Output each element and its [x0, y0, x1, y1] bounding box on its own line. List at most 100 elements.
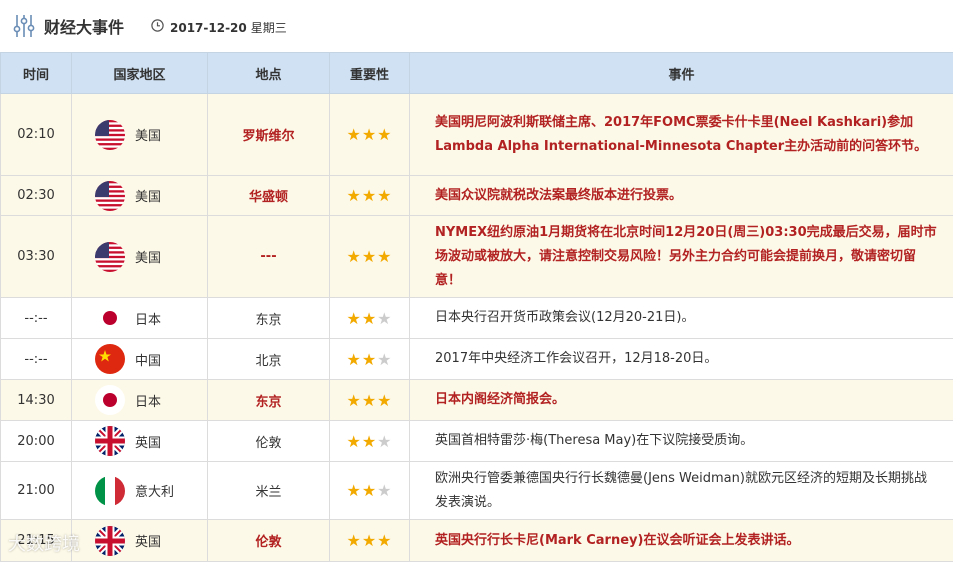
star-rating: ★★★ [346, 186, 392, 205]
star-icon: ★ [346, 391, 361, 410]
place-cell: 东京 [208, 380, 330, 421]
event-cell: 日本内阁经济简报会。 [410, 380, 953, 421]
star-rating: ★★★ [346, 247, 392, 266]
star-icon: ★ [346, 186, 361, 205]
event-cell: 欧洲央行管委兼德国央行行长魏德曼(Jens Weidman)就欧元区经济的短期及… [410, 462, 953, 520]
star-icon: ★ [377, 531, 392, 550]
table-header-row: 时间 国家地区 地点 重要性 事件 [1, 53, 953, 94]
col-header-importance: 重要性 [330, 53, 410, 94]
star-icon: ★ [362, 186, 377, 205]
importance-cell: ★★★ [330, 339, 410, 380]
place-cell: 华盛顿 [208, 176, 330, 216]
importance-cell: ★★★ [330, 94, 410, 176]
time-cell: 21:00 [1, 462, 72, 520]
country-name: 英国 [135, 531, 161, 550]
country-name: 美国 [135, 125, 161, 144]
table-row: --:--中国北京★★★2017年中央经济工作会议召开，12月18-20日。 [1, 339, 953, 380]
star-icon: ★ [377, 186, 392, 205]
clock-icon [151, 19, 164, 32]
country-name: 美国 [135, 247, 161, 266]
time-cell: 14:30 [1, 380, 72, 421]
event-cell: 2017年中央经济工作会议召开，12月18-20日。 [410, 339, 953, 380]
star-icon: ★ [362, 432, 377, 451]
star-rating: ★★★ [346, 350, 392, 369]
star-icon: ★ [346, 481, 361, 500]
page-header: 财经大事件 2017-12-20 星期三 [0, 0, 953, 52]
italy-flag-icon [95, 476, 125, 506]
table-row: 03:30美国---★★★NYMEX纽约原油1月期货将在北京时间12月20日(周… [1, 216, 953, 298]
star-icon: ★ [377, 309, 392, 328]
star-icon: ★ [346, 531, 361, 550]
star-icon: ★ [362, 531, 377, 550]
star-rating: ★★★ [346, 481, 392, 500]
star-icon: ★ [346, 309, 361, 328]
uk-flag-icon [95, 426, 125, 456]
page-title: 财经大事件 [44, 14, 124, 38]
star-icon: ★ [362, 125, 377, 144]
time-cell: 02:10 [1, 94, 72, 176]
japan-flag-icon [95, 385, 125, 415]
col-header-place: 地点 [208, 53, 330, 94]
place-cell: 米兰 [208, 462, 330, 520]
star-icon: ★ [362, 481, 377, 500]
star-icon: ★ [377, 125, 392, 144]
col-header-time: 时间 [1, 53, 72, 94]
importance-cell: ★★★ [330, 421, 410, 462]
place-cell: 伦敦 [208, 520, 330, 562]
us-flag-icon [95, 181, 125, 211]
col-header-event: 事件 [410, 53, 953, 94]
star-icon: ★ [362, 391, 377, 410]
star-icon: ★ [362, 309, 377, 328]
star-icon: ★ [362, 247, 377, 266]
star-icon: ★ [377, 481, 392, 500]
col-header-country: 国家地区 [72, 53, 208, 94]
table-row: 02:30美国华盛顿★★★美国众议院就税改法案最终版本进行投票。 [1, 176, 953, 216]
country-cell: 中国 [72, 339, 208, 380]
time-cell: 20:00 [1, 421, 72, 462]
star-rating: ★★★ [346, 432, 392, 451]
star-icon: ★ [346, 350, 361, 369]
place-cell: --- [208, 216, 330, 298]
star-icon: ★ [377, 391, 392, 410]
table-row: --:--日本东京★★★日本央行召开货币政策会议(12月20-21日)。 [1, 298, 953, 339]
time-cell: --:-- [1, 339, 72, 380]
sliders-icon [13, 13, 35, 39]
china-flag-icon [95, 344, 125, 374]
country-name: 美国 [135, 186, 161, 205]
japan-flag-icon [95, 303, 125, 333]
weekday-value: 星期三 [251, 21, 287, 35]
date-value: 2017-12-20 [170, 21, 247, 35]
importance-cell: ★★★ [330, 462, 410, 520]
star-rating: ★★★ [346, 531, 392, 550]
country-cell: 英国 [72, 421, 208, 462]
place-cell: 伦敦 [208, 421, 330, 462]
star-icon: ★ [346, 125, 361, 144]
us-flag-icon [95, 120, 125, 150]
country-name: 日本 [135, 309, 161, 328]
table-row: 21:15英国伦敦★★★英国央行行长卡尼(Mark Carney)在议会听证会上… [1, 520, 953, 562]
event-cell: 英国央行行长卡尼(Mark Carney)在议会听证会上发表讲话。 [410, 520, 953, 562]
table-row: 21:00意大利米兰★★★欧洲央行管委兼德国央行行长魏德曼(Jens Weidm… [1, 462, 953, 520]
star-icon: ★ [377, 247, 392, 266]
country-name: 英国 [135, 432, 161, 451]
star-rating: ★★★ [346, 309, 392, 328]
table-row: 02:10美国罗斯维尔★★★美国明尼阿波利斯联储主席、2017年FOMC票委卡什… [1, 94, 953, 176]
country-cell: 英国 [72, 520, 208, 562]
country-name: 日本 [135, 391, 161, 410]
watermark: 大数跨境 [8, 530, 80, 556]
importance-cell: ★★★ [330, 216, 410, 298]
us-flag-icon [95, 242, 125, 272]
time-cell: --:-- [1, 298, 72, 339]
time-cell: 02:30 [1, 176, 72, 216]
star-rating: ★★★ [346, 125, 392, 144]
country-cell: 日本 [72, 298, 208, 339]
star-icon: ★ [346, 247, 361, 266]
event-cell: 日本央行召开货币政策会议(12月20-21日)。 [410, 298, 953, 339]
table-row: 14:30日本东京★★★日本内阁经济简报会。 [1, 380, 953, 421]
star-icon: ★ [377, 350, 392, 369]
country-cell: 日本 [72, 380, 208, 421]
country-name: 意大利 [135, 481, 174, 500]
event-cell: NYMEX纽约原油1月期货将在北京时间12月20日(周三)03:30完成最后交易… [410, 216, 953, 298]
importance-cell: ★★★ [330, 298, 410, 339]
star-icon: ★ [346, 432, 361, 451]
